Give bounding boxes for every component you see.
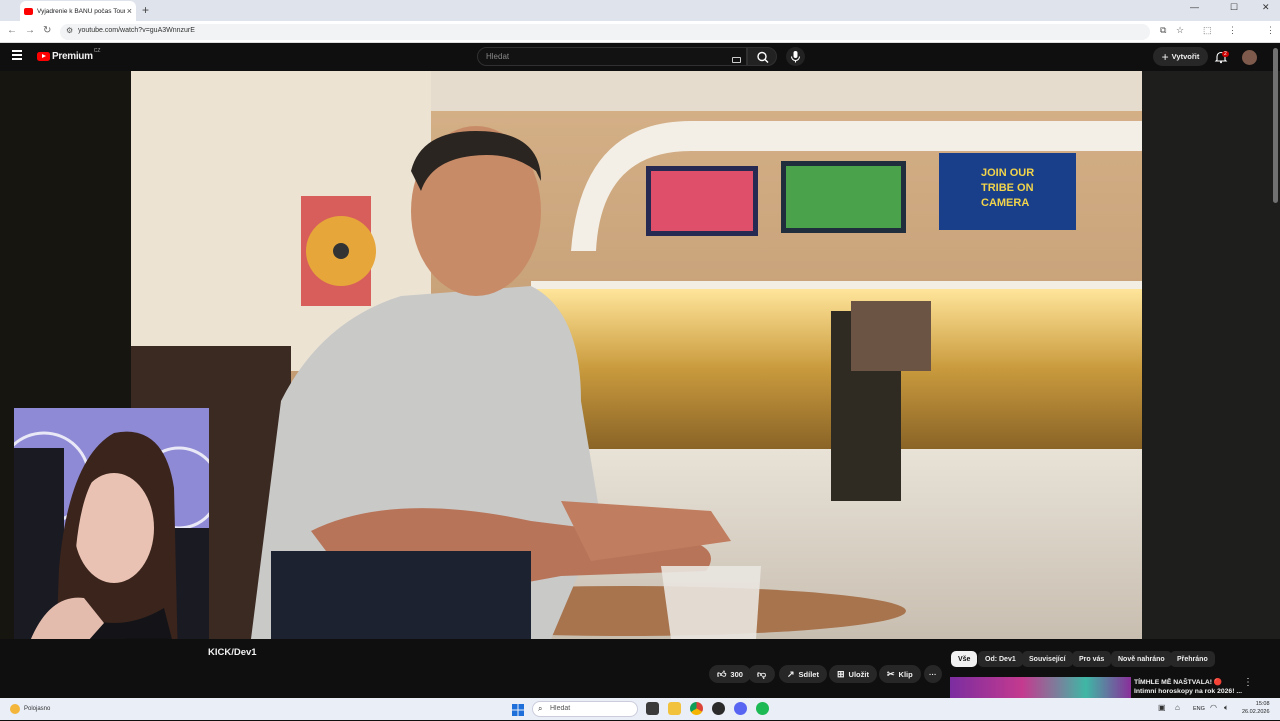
taskbar-discord-icon[interactable] [734, 702, 747, 715]
maximize-icon[interactable]: ☐ [1230, 2, 1238, 13]
youtube-play-icon [37, 52, 50, 61]
screen-text-tribe: TRIBE ON [981, 182, 1034, 194]
video-frame: JOIN OUR TRIBE ON CAMERA [131, 71, 1142, 639]
search-input[interactable] [486, 52, 716, 61]
hamburger-menu-icon[interactable] [12, 50, 22, 60]
like-button[interactable]: 👍︎ 300 [709, 665, 751, 683]
tab-title: Vyjadrenie k BANU počas Tour... [37, 7, 125, 15]
chip-watched[interactable]: Přehráno [1170, 651, 1215, 667]
chip-related[interactable]: Související [1022, 651, 1073, 667]
address-bar: ← → ↻ ⚙ youtube.com/watch?v=guA3WnnzurE … [0, 21, 1280, 58]
thumbs-up-icon: 👍︎ [717, 668, 727, 679]
clock-time: 15:08 [1255, 701, 1270, 707]
close-tab-icon[interactable]: × [127, 6, 132, 16]
browser-tab[interactable]: Vyjadrenie k BANU počas Tour... × [20, 1, 136, 21]
window-close-icon[interactable]: ✕ [1262, 2, 1270, 13]
recommendation-more-icon[interactable]: ⋮ [1243, 677, 1253, 688]
share-label: Sdílet [798, 669, 819, 679]
language-indicator[interactable]: ENG [1193, 706, 1205, 712]
url-text: youtube.com/watch?v=guA3WnnzurE [78, 27, 195, 34]
back-icon[interactable]: ← [7, 25, 17, 36]
save-button[interactable]: ⊞ Uložit [829, 665, 877, 683]
taskbar-search-icon: ⌕ [538, 704, 543, 713]
screen-text-join: JOIN OUR [981, 167, 1034, 179]
voice-search-button[interactable] [786, 47, 805, 66]
chip-for-you[interactable]: Pro vás [1072, 651, 1112, 667]
extensions-icon[interactable]: ⬚ [1203, 25, 1212, 36]
country-code: CZ [93, 47, 101, 54]
bookmark-star-icon[interactable]: ☆ [1176, 25, 1184, 36]
tray-network-icon[interactable]: ⌂ [1175, 703, 1180, 712]
more-actions-button[interactable]: ··· [924, 665, 942, 683]
browser-menu-icon[interactable]: ⋮ [1266, 25, 1275, 36]
theater-right-background [1142, 71, 1280, 639]
windows-start-icon[interactable] [512, 703, 524, 716]
search-icon [757, 51, 769, 63]
browser-tab-strip: Vyjadrenie k BANU počas Tour... × + — ☐ … [0, 0, 1280, 21]
taskbar-search[interactable]: ⌕ [532, 701, 638, 717]
clip-label: Klip [898, 669, 913, 679]
create-label: Vytvořit [1171, 52, 1200, 61]
dislike-button[interactable]: 👎︎ [748, 665, 776, 683]
save-playlist-icon: ⊞ [837, 668, 845, 679]
taskbar-spotify-icon[interactable] [756, 702, 769, 715]
screen-text-camera: CAMERA [981, 197, 1029, 209]
tray-app-icon[interactable]: ▣ [1158, 703, 1166, 712]
youtube-logo[interactable]: Premium CZ [37, 47, 101, 62]
forward-icon[interactable]: → [25, 25, 35, 36]
site-info-icon[interactable]: ⚙ [66, 26, 73, 35]
weather-status[interactable]: Polojasno [24, 706, 50, 712]
share-button[interactable]: ↗ Sdílet [779, 665, 827, 683]
save-label: Uložit [848, 669, 869, 679]
notification-badge: 2 [1222, 51, 1229, 57]
tray-volume-icon[interactable]: 🔈︎ [1224, 703, 1229, 713]
youtube-masthead: Premium CZ + Vytvořit 2 [0, 43, 1280, 71]
youtube-favicon-icon [24, 7, 33, 15]
clock[interactable]: 15:08 26.02.2026 [1242, 700, 1270, 716]
chip-from-channel[interactable]: Od: Dev1 [978, 651, 1023, 667]
recommendation-title-line2[interactable]: Intimní horoskopy na rok 2026! ... [1134, 688, 1242, 695]
clock-date: 26.02.2026 [1242, 709, 1270, 715]
video-player[interactable]: JOIN OUR TRIBE ON CAMERA [131, 71, 1142, 639]
taskbar-search-input[interactable] [550, 705, 630, 712]
search-box[interactable] [477, 47, 747, 66]
search-button[interactable] [747, 47, 777, 66]
share-icon: ↗ [787, 668, 795, 679]
account-avatar[interactable] [1242, 50, 1257, 65]
url-field[interactable]: ⚙ youtube.com/watch?v=guA3WnnzurE [60, 24, 1150, 40]
install-icon[interactable]: ⧉ [1160, 25, 1166, 36]
more-actions-label: ··· [929, 669, 937, 679]
taskbar-task-view-icon[interactable] [646, 702, 659, 715]
clip-button[interactable]: ✂ Klip [879, 665, 921, 683]
like-count: 300 [730, 669, 743, 679]
chip-all[interactable]: Vše [951, 651, 978, 667]
channel-name[interactable]: KICK/Dev1 [208, 647, 257, 658]
windows-taskbar: Polojasno ⌕ ENG 15:08 26.02.2026 [0, 698, 1280, 720]
keyboard-icon[interactable] [732, 57, 741, 63]
tray-wifi-icon[interactable]: ◠ [1210, 703, 1217, 712]
sidebar-icon[interactable]: ⋮ [1228, 25, 1237, 36]
microphone-icon [790, 51, 801, 63]
taskbar-app-icon[interactable] [712, 702, 725, 715]
weather-icon[interactable] [10, 704, 20, 714]
new-tab-button[interactable]: + [142, 3, 149, 17]
recommendation-title-line1[interactable]: TÍMHLE MĚ NAŠTVALA! 🔴 [1134, 678, 1222, 686]
taskbar-file-explorer-icon[interactable] [668, 702, 681, 715]
reload-icon[interactable]: ↻ [43, 25, 51, 36]
create-button[interactable]: + Vytvořit [1153, 47, 1208, 66]
taskbar-chrome-icon[interactable] [690, 702, 703, 715]
minimize-icon[interactable]: — [1190, 2, 1199, 12]
thumbs-down-icon: 👎︎ [757, 668, 767, 679]
page-scrollbar[interactable] [1273, 48, 1278, 203]
recommendation-thumbnail[interactable] [950, 677, 1131, 698]
logo-text: Premium [52, 51, 93, 62]
chip-recently-uploaded[interactable]: Nově nahráno [1111, 651, 1172, 667]
scissors-icon: ✂ [887, 668, 895, 679]
plus-icon: + [1161, 49, 1169, 64]
